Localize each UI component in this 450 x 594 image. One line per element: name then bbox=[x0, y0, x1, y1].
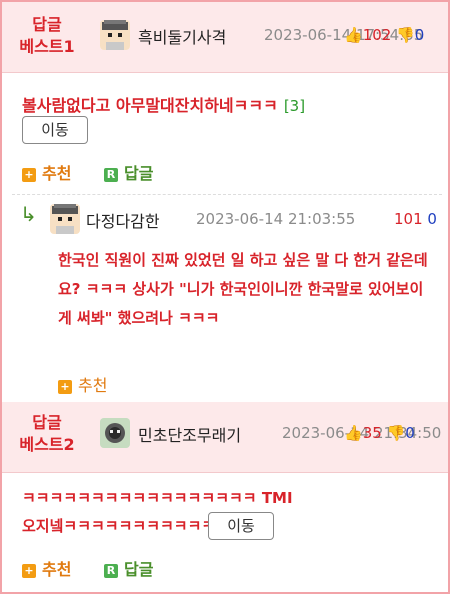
reply-count[interactable]: [3] bbox=[284, 97, 305, 115]
best-tag-line1: 답글 bbox=[32, 413, 62, 432]
reply-button[interactable]: R 답글 bbox=[104, 556, 153, 580]
recommend-button[interactable]: + 추천 bbox=[22, 160, 71, 184]
upvote-count: 35 bbox=[362, 424, 382, 442]
move-button[interactable]: 이동 bbox=[22, 116, 88, 144]
reply-comment-text: 한국인 직원이 진짜 있었던 일 하고 싶은 말 다 한거 같은데요? ㅋㅋㅋ … bbox=[58, 251, 428, 327]
recommend-button[interactable]: + 추천 bbox=[58, 372, 107, 396]
upvote-count[interactable]: 101 bbox=[394, 210, 423, 228]
avatar[interactable] bbox=[100, 20, 130, 50]
thumb-down-icon[interactable]: 👎 bbox=[387, 424, 406, 442]
thumb-up-icon[interactable]: 👍 bbox=[344, 424, 363, 442]
downvote-count[interactable]: 0 bbox=[427, 210, 437, 228]
reply-arrow-icon: ↳ bbox=[20, 202, 37, 226]
reply-badge-icon: R bbox=[104, 167, 118, 182]
thumb-up-icon[interactable]: 👍 bbox=[344, 26, 363, 44]
avatar[interactable] bbox=[100, 418, 130, 448]
author-nickname[interactable]: 민초단조무래기 bbox=[138, 422, 241, 446]
move-button[interactable]: 이동 bbox=[208, 512, 274, 540]
comment-title: 볼사람없다고 아무말대잔치하네ㅋㅋㅋ bbox=[22, 96, 278, 115]
vote-counts: 101 0 bbox=[394, 210, 437, 228]
best1-header: 답글 베스트1 흑비둘기사격 2023-06-14 17:54:55 👍102 … bbox=[2, 2, 448, 73]
avatar[interactable] bbox=[50, 204, 80, 234]
best-tag-line2: 베스트2 bbox=[19, 435, 75, 454]
plus-icon: + bbox=[22, 563, 36, 578]
downvote-count: 0 bbox=[405, 424, 415, 442]
author-nickname[interactable]: 다정다감한 bbox=[86, 208, 160, 232]
plus-icon: + bbox=[58, 379, 72, 394]
plus-icon: + bbox=[22, 167, 36, 182]
divider bbox=[12, 194, 442, 195]
thumb-down-icon[interactable]: 👎 bbox=[396, 26, 415, 44]
best-tag-line1: 답글 bbox=[32, 15, 62, 34]
best2-tag: 답글 베스트2 bbox=[8, 412, 86, 456]
recommend-label: 추천 bbox=[42, 560, 72, 579]
reply-label: 답글 bbox=[124, 560, 154, 579]
best-tag-line2: 베스트1 bbox=[19, 37, 75, 56]
upvote-count: 102 bbox=[362, 26, 392, 44]
vote-counts: 👍35 👎0 bbox=[344, 424, 415, 442]
reply-label: 답글 bbox=[124, 164, 154, 183]
recommend-label: 추천 bbox=[42, 164, 72, 183]
reply-button[interactable]: R 답글 bbox=[104, 160, 153, 184]
recommend-button[interactable]: + 추천 bbox=[22, 556, 71, 580]
author-nickname[interactable]: 흑비둘기사격 bbox=[138, 24, 226, 48]
recommend-label: 추천 bbox=[78, 376, 108, 395]
best1-comment-text: 볼사람없다고 아무말대잔치하네ㅋㅋㅋ [3] bbox=[22, 92, 305, 116]
comment-timestamp: 2023-06-14 21:03:55 bbox=[196, 210, 356, 228]
best2-header: 답글 베스트2 민초단조무래기 2023-06-14 21:34:50 👍35 … bbox=[2, 402, 448, 473]
downvote-count: 0 bbox=[414, 26, 425, 44]
comment-panel: 답글 베스트1 흑비둘기사격 2023-06-14 17:54:55 👍102 … bbox=[0, 0, 450, 594]
vote-counts: 👍102 👎0 bbox=[344, 26, 424, 44]
best1-tag: 답글 베스트1 bbox=[8, 14, 86, 58]
reply-badge-icon: R bbox=[104, 563, 118, 578]
